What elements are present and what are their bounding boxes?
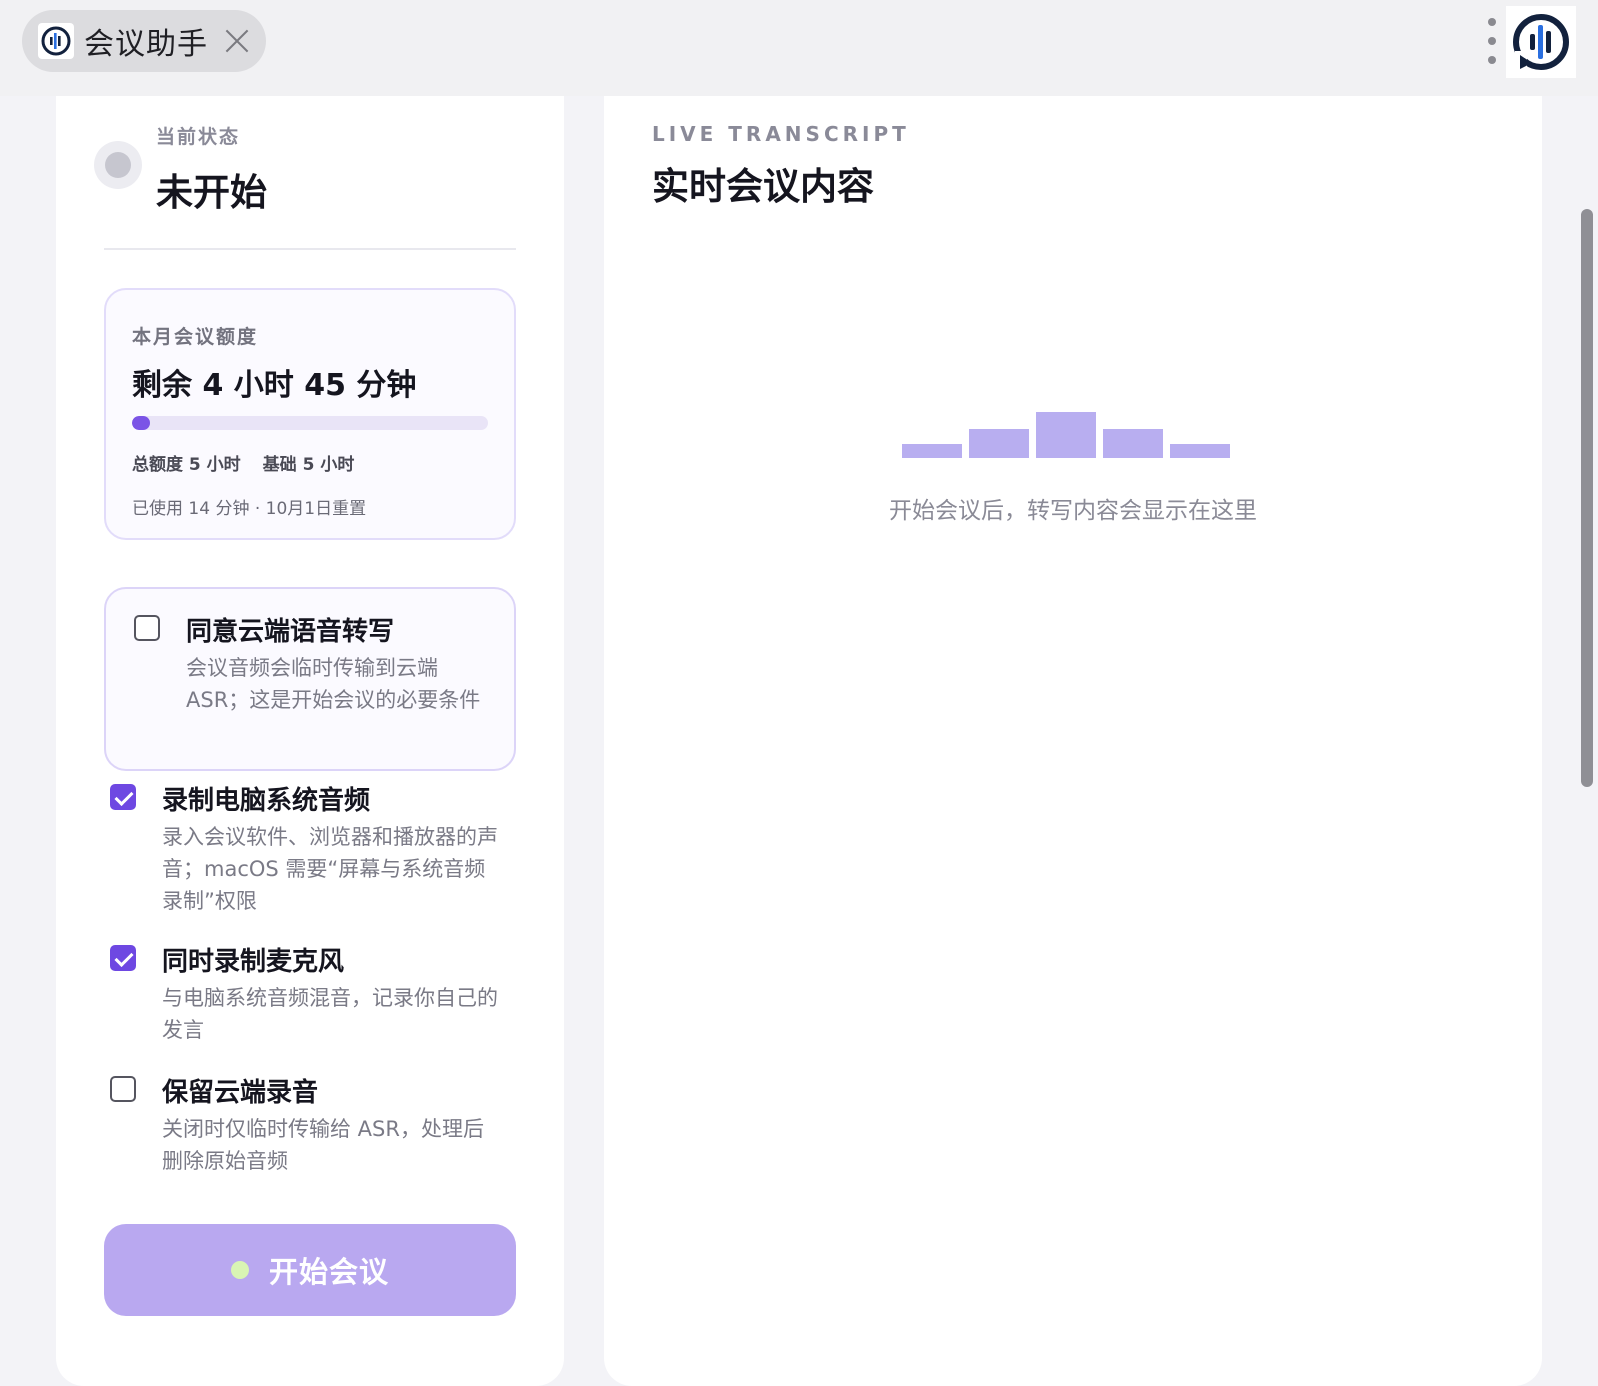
quota-meta: 总额度 5 小时 基础 5 小时 bbox=[132, 450, 354, 475]
quota-title: 本月会议额度 bbox=[132, 326, 259, 348]
placeholder-bar bbox=[902, 444, 962, 458]
placeholder-bar bbox=[1103, 429, 1163, 458]
quota-progress-bar bbox=[132, 416, 488, 430]
keep-recording-checkbox[interactable] bbox=[110, 1076, 136, 1102]
status-value: 未开始 bbox=[156, 171, 267, 214]
quota-used: 已使用 14 分钟 · 10月1日重置 bbox=[132, 499, 367, 519]
system-audio-description: 录入会议软件、浏览器和播放器的声音；macOS 需要“屏幕与系统音频录制”权限 bbox=[162, 825, 498, 913]
consent-card[interactable]: 同意云端语音转写 会议音频会临时传输到云端 ASR；这是开始会议的必要条件 bbox=[104, 587, 516, 771]
control-panel: 当前状态 未开始 本月会议额度 剩余 4 小时 45 分钟 总额度 5 小时 基… bbox=[56, 96, 564, 1386]
placeholder-bar bbox=[1170, 444, 1230, 458]
quota-total: 总额度 5 小时 bbox=[132, 455, 241, 475]
record-dot-icon bbox=[230, 1261, 249, 1279]
microphone-checkbox[interactable] bbox=[110, 945, 136, 971]
scrollbar[interactable] bbox=[1581, 209, 1593, 787]
microphone-title[interactable]: 同时录制麦克风 bbox=[162, 941, 344, 978]
app-logo-icon[interactable] bbox=[1506, 6, 1576, 78]
consent-description: 会议音频会临时传输到云端 ASR；这是开始会议的必要条件 bbox=[186, 656, 481, 712]
divider bbox=[104, 248, 516, 250]
title-bar: 会议助手 bbox=[0, 0, 1598, 96]
waveform-placeholder-icon bbox=[902, 408, 1238, 458]
transcript-title: 实时会议内容 bbox=[652, 165, 874, 208]
meeting-assistant-logo-icon bbox=[38, 23, 74, 59]
system-audio-title[interactable]: 录制电脑系统音频 bbox=[162, 780, 370, 817]
quota-card: 本月会议额度 剩余 4 小时 45 分钟 总额度 5 小时 基础 5 小时 已使… bbox=[104, 288, 516, 540]
close-icon[interactable] bbox=[224, 28, 250, 54]
status-indicator-icon bbox=[94, 141, 142, 189]
placeholder-bar bbox=[1036, 412, 1096, 458]
microphone-description: 与电脑系统音频混音，记录你自己的发言 bbox=[162, 986, 498, 1042]
quota-remaining: 剩余 4 小时 45 分钟 bbox=[132, 368, 417, 403]
more-menu-icon[interactable] bbox=[1486, 18, 1498, 64]
empty-state-text: 开始会议后，转写内容会显示在这里 bbox=[889, 498, 1257, 524]
transcript-eyebrow: LIVE TRANSCRIPT bbox=[652, 122, 910, 146]
transcript-panel: LIVE TRANSCRIPT 实时会议内容 开始会议后，转写内容会显示在这里 bbox=[604, 96, 1542, 1386]
quota-progress-fill bbox=[132, 416, 150, 430]
keep-recording-description: 关闭时仅临时传输给 ASR，处理后删除原始音频 bbox=[162, 1117, 484, 1173]
keep-recording-title[interactable]: 保留云端录音 bbox=[162, 1072, 318, 1109]
start-meeting-label: 开始会议 bbox=[268, 1255, 389, 1289]
quota-base: 基础 5 小时 bbox=[262, 455, 355, 475]
start-meeting-button[interactable]: 开始会议 bbox=[104, 1224, 516, 1316]
system-audio-checkbox[interactable] bbox=[110, 784, 136, 810]
tab-meeting-assistant[interactable]: 会议助手 bbox=[22, 10, 266, 72]
status-label: 当前状态 bbox=[156, 126, 241, 148]
consent-title: 同意云端语音转写 bbox=[186, 617, 395, 647]
placeholder-bar bbox=[969, 429, 1029, 458]
tab-title: 会议助手 bbox=[84, 27, 208, 62]
consent-checkbox[interactable] bbox=[134, 615, 160, 641]
